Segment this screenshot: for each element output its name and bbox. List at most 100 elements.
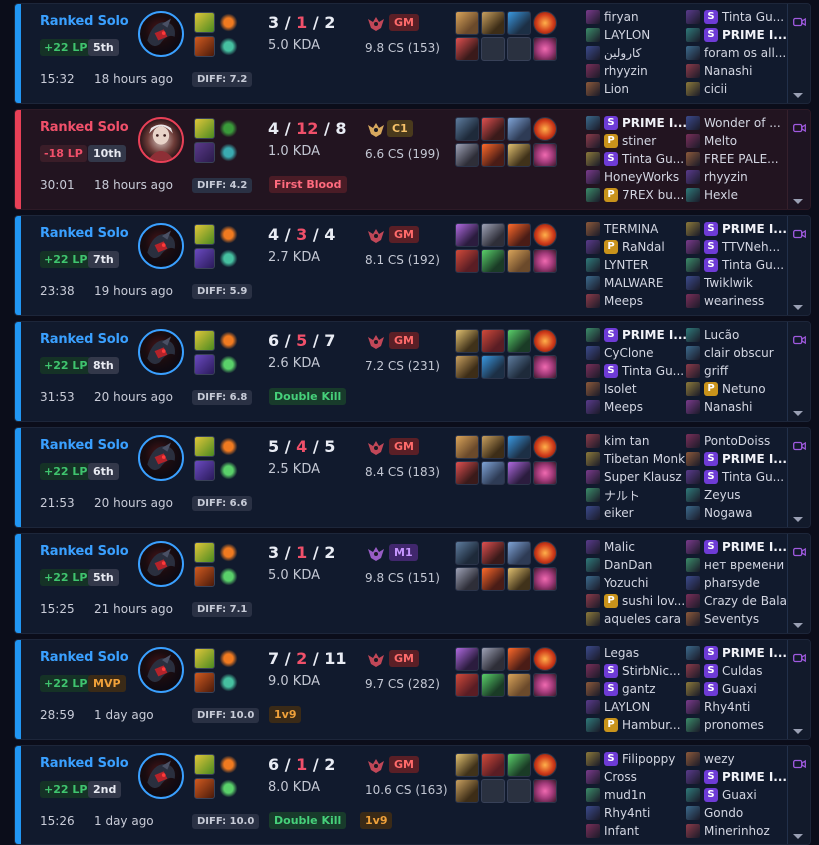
player-row[interactable]: P Hambur... [586,716,686,734]
secondary-rune-icon[interactable] [218,36,239,57]
player-row[interactable]: TERMINA [586,220,686,238]
item-icon[interactable] [533,435,557,459]
flash-spell-icon[interactable] [194,436,215,457]
player-name[interactable]: Tinta Gu... [622,364,684,378]
player-name[interactable]: Hexle [704,188,738,202]
match-card[interactable]: Ranked Solo +22 LP MVP 28:59 1 day ago DIFF: … [14,639,811,740]
player-row[interactable]: clair obscur [686,344,786,362]
item-icon[interactable] [533,461,557,485]
player-row[interactable]: PontoDoiss [686,432,786,450]
player-name[interactable]: RaNdal [622,240,665,254]
champion-portrait-icon[interactable] [138,753,184,799]
player-name[interactable]: Hambur... [622,718,681,732]
player-row[interactable]: Meeps [586,398,686,416]
item-icon[interactable] [507,753,531,777]
player-name[interactable]: PRIME I... [722,222,786,236]
item-icon[interactable] [455,647,479,671]
champion-portrait-icon[interactable] [138,647,184,693]
player-row[interactable]: S PRIME I... [686,644,786,662]
player-name[interactable]: MALWARE [604,276,663,290]
player-name[interactable]: Guaxi [722,788,757,802]
item-icon[interactable] [481,673,505,697]
item-icon[interactable] [533,249,557,273]
item-icon[interactable] [533,779,557,803]
item-icon[interactable] [507,461,531,485]
video-camera-icon[interactable] [793,12,806,27]
item-icon[interactable] [481,541,505,565]
player-row[interactable]: Isolet [586,380,686,398]
video-camera-icon[interactable] [793,436,806,451]
player-row[interactable]: MALWARE [586,274,686,292]
player-row[interactable]: Wonder of ... [686,114,786,132]
player-row[interactable]: Nanashi [686,398,786,416]
champion-portrait-icon[interactable] [138,223,184,269]
player-name[interactable]: Meeps [604,294,643,308]
item-icon[interactable] [533,223,557,247]
player-name[interactable]: Malic [604,540,635,554]
keystone-rune-icon[interactable] [218,118,239,139]
item-icon[interactable] [533,37,557,61]
champion-portrait-icon[interactable] [138,117,184,163]
item-icon[interactable] [455,435,479,459]
secondary-spell-icon[interactable] [194,248,215,269]
player-row[interactable]: kim tan [586,432,686,450]
item-icon[interactable] [507,329,531,353]
item-icon[interactable] [533,673,557,697]
player-name[interactable]: LYNTER [604,258,649,272]
player-row[interactable]: S Tinta Gu... [586,150,686,168]
player-name[interactable]: TTVNeh... [722,240,780,254]
item-icon[interactable] [507,355,531,379]
item-icon[interactable] [507,541,531,565]
player-row[interactable]: S PRIME I... [586,114,686,132]
player-name[interactable]: Tibetan Monk [604,452,685,466]
player-row[interactable]: Legas [586,644,686,662]
item-icon[interactable] [507,223,531,247]
item-icon[interactable] [455,673,479,697]
player-name[interactable]: Tinta Gu... [622,152,684,166]
player-row[interactable]: нет времени [686,556,786,574]
player-name[interactable]: PRIME I... [722,770,786,784]
player-name[interactable]: FREE PALE... [704,152,779,166]
item-icon[interactable] [455,753,479,777]
item-icon[interactable] [455,37,479,61]
item-icon[interactable] [481,249,505,273]
item-icon[interactable] [455,11,479,35]
player-name[interactable]: Nanashi [704,64,752,78]
player-row[interactable]: weariness [686,292,786,310]
flash-spell-icon[interactable] [194,12,215,33]
player-row[interactable]: Infant [586,822,686,840]
item-icon[interactable] [533,11,557,35]
chevron-down-icon[interactable] [792,191,804,204]
player-name[interactable]: PRIME I... [722,452,786,466]
player-name[interactable]: нет времени [704,558,784,572]
item-icon[interactable] [455,779,479,803]
player-name[interactable]: eiker [604,506,634,520]
item-icon[interactable] [455,461,479,485]
player-row[interactable]: Yozuchi [586,574,686,592]
player-row[interactable]: aqueles cara [586,610,686,628]
item-icon[interactable] [507,11,531,35]
player-name[interactable]: Super Klausz [604,470,682,484]
player-name[interactable]: griff [704,364,728,378]
player-row[interactable]: Twiklwik [686,274,786,292]
player-row[interactable]: FREE PALE... [686,150,786,168]
keystone-rune-icon[interactable] [218,648,239,669]
player-row[interactable]: Meeps [586,292,686,310]
player-row[interactable]: Nogawa [686,504,786,522]
item-icon[interactable] [455,117,479,141]
secondary-spell-icon[interactable] [194,778,215,799]
player-name[interactable]: wezy [704,752,735,766]
player-name[interactable]: HoneyWorks [604,170,679,184]
player-row[interactable]: Rhy4nti [686,698,786,716]
player-name[interactable]: TERMINA [604,222,658,236]
keystone-rune-icon[interactable] [218,330,239,351]
player-name[interactable]: weariness [704,294,764,308]
player-row[interactable]: S StirbNic... [586,662,686,680]
item-icon[interactable] [455,355,479,379]
secondary-rune-icon[interactable] [218,566,239,587]
player-row[interactable]: foram os all... [686,44,786,62]
player-name[interactable]: PRIME I... [722,28,786,42]
player-name[interactable]: 7REX bu... [622,188,684,202]
player-row[interactable]: Psushi lov... [586,592,686,610]
player-name[interactable]: ナルト [604,487,640,504]
